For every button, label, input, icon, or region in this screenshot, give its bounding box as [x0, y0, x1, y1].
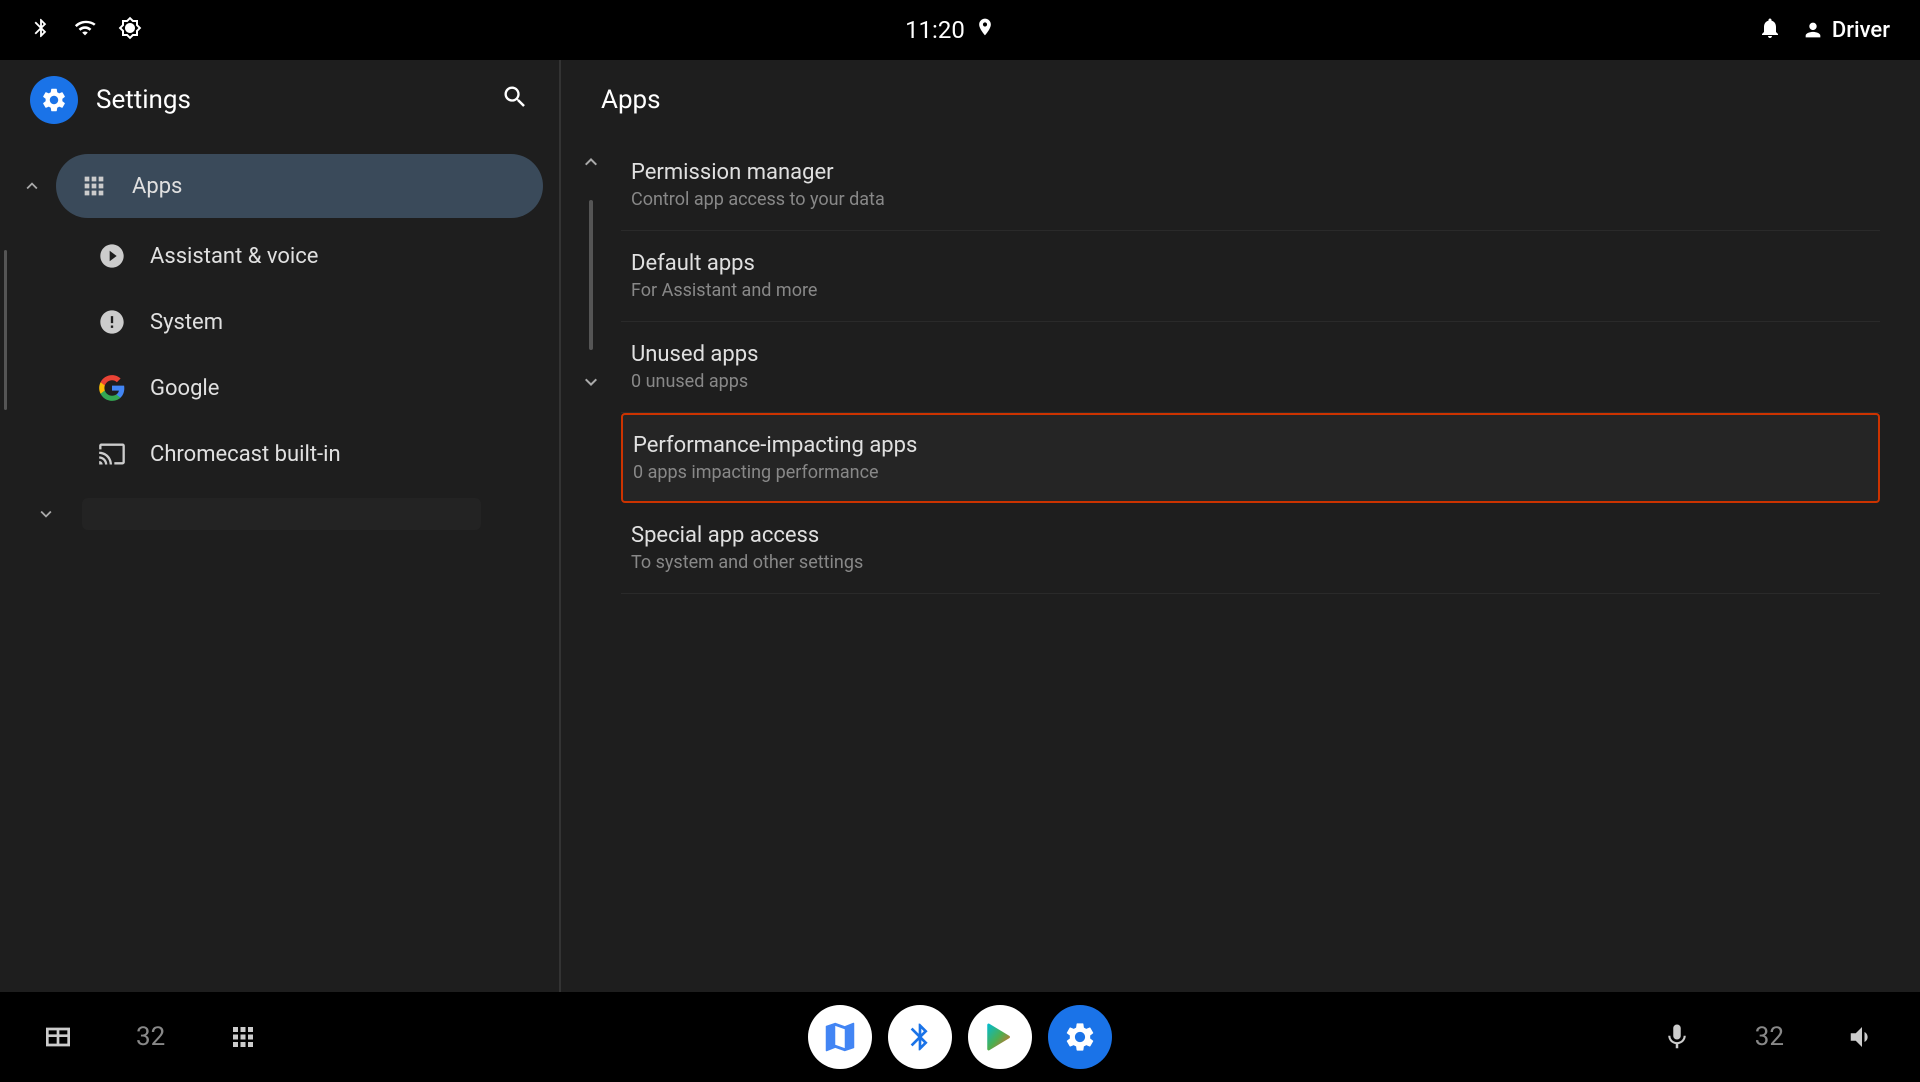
system-icon	[94, 304, 130, 340]
search-button[interactable]	[501, 83, 529, 118]
performance-apps-subtitle: 0 apps impacting performance	[633, 462, 1868, 483]
taskbar-settings-button[interactable]	[1048, 1005, 1112, 1069]
settings-item-default-apps[interactable]: Default apps For Assistant and more	[621, 231, 1880, 322]
unused-apps-title: Unused apps	[631, 342, 1870, 367]
right-scroll-up-chevron[interactable]	[579, 150, 603, 180]
default-apps-subtitle: For Assistant and more	[631, 280, 1870, 301]
settings-list: Permission manager Control app access to…	[621, 140, 1920, 972]
right-scrollbar	[589, 200, 593, 350]
apps-label: Apps	[132, 174, 182, 199]
taskbar-left: 32	[40, 1019, 261, 1055]
permission-manager-title: Permission manager	[631, 160, 1870, 185]
apps-section: Apps	[0, 150, 559, 222]
user-icon: Driver	[1802, 18, 1890, 43]
user-label: Driver	[1832, 18, 1890, 43]
status-right: Driver	[1758, 16, 1890, 45]
unused-apps-subtitle: 0 unused apps	[631, 371, 1870, 392]
taskbar-window-icon[interactable]	[40, 1019, 76, 1055]
settings-item-permission-manager[interactable]: Permission manager Control app access to…	[621, 140, 1880, 231]
taskbar-right: 32	[1659, 1019, 1880, 1055]
taskbar-maps-button[interactable]	[808, 1005, 872, 1069]
sidebar-nav: Apps Assistant & voice	[0, 140, 559, 992]
sidebar-partial-item	[82, 498, 481, 530]
default-apps-title: Default apps	[631, 251, 1870, 276]
chromecast-label: Chromecast built-in	[150, 442, 341, 467]
status-bar: 11:20 Driver	[0, 0, 1920, 60]
google-icon	[94, 370, 130, 406]
status-time: 11:20	[905, 16, 965, 44]
settings-header: Settings	[0, 60, 559, 140]
taskbar-volume-icon[interactable]	[1844, 1019, 1880, 1055]
status-left-icons	[30, 15, 142, 46]
apps-collapse-chevron[interactable]	[16, 170, 48, 202]
right-header: Apps	[561, 60, 1920, 140]
brightness-icon	[118, 16, 142, 45]
sidebar-item-system[interactable]: System	[16, 290, 543, 354]
taskbar-left-num: 32	[136, 1022, 165, 1052]
cast-icon	[94, 436, 130, 472]
taskbar-bluetooth-button[interactable]	[888, 1005, 952, 1069]
settings-title: Settings	[96, 85, 191, 115]
settings-item-performance-apps[interactable]: Performance-impacting apps 0 apps impact…	[621, 413, 1880, 503]
settings-item-unused-apps[interactable]: Unused apps 0 unused apps	[621, 322, 1880, 413]
assistant-label: Assistant & voice	[150, 244, 318, 269]
settings-icon	[30, 76, 78, 124]
special-access-title: Special app access	[631, 523, 1870, 548]
taskbar-mic-icon[interactable]	[1659, 1019, 1695, 1055]
taskbar-right-num: 32	[1755, 1022, 1784, 1052]
assistant-icon	[94, 238, 130, 274]
taskbar-play-button[interactable]	[968, 1005, 1032, 1069]
right-panel: Apps Perm	[561, 60, 1920, 992]
system-label: System	[150, 310, 223, 335]
apps-icon	[76, 168, 112, 204]
left-panel: Settings	[0, 60, 560, 992]
wifi-icon	[72, 17, 98, 44]
right-panel-title: Apps	[601, 85, 661, 115]
taskbar-grid-icon[interactable]	[225, 1019, 261, 1055]
right-content: Permission manager Control app access to…	[561, 140, 1920, 992]
sidebar-expand-chevron[interactable]	[30, 498, 62, 530]
performance-apps-title: Performance-impacting apps	[633, 433, 1868, 458]
special-access-subtitle: To system and other settings	[631, 552, 1870, 573]
bottom-chevron-area	[0, 488, 559, 540]
permission-manager-subtitle: Control app access to your data	[631, 189, 1870, 210]
settings-item-special-access[interactable]: Special app access To system and other s…	[621, 503, 1880, 594]
taskbar: 32	[0, 992, 1920, 1082]
bluetooth-icon	[30, 15, 52, 46]
left-panel-inner: Apps Assistant & voice	[0, 140, 559, 992]
status-center: 11:20	[905, 15, 995, 45]
sidebar-item-chromecast[interactable]: Chromecast built-in	[16, 422, 543, 486]
scroll-indicator-area	[561, 140, 621, 972]
right-scroll-down-chevron[interactable]	[579, 370, 603, 400]
bell-icon	[1758, 16, 1782, 45]
google-label: Google	[150, 376, 219, 401]
sidebar-item-apps[interactable]: Apps	[56, 154, 543, 218]
sidebar-item-google[interactable]: Google	[16, 356, 543, 420]
sidebar-item-assistant[interactable]: Assistant & voice	[16, 224, 543, 288]
main-area: Settings	[0, 60, 1920, 992]
settings-title-area: Settings	[30, 76, 191, 124]
location-icon	[975, 15, 995, 45]
taskbar-center	[808, 1005, 1112, 1069]
sidebar-scrollbar	[4, 250, 7, 410]
